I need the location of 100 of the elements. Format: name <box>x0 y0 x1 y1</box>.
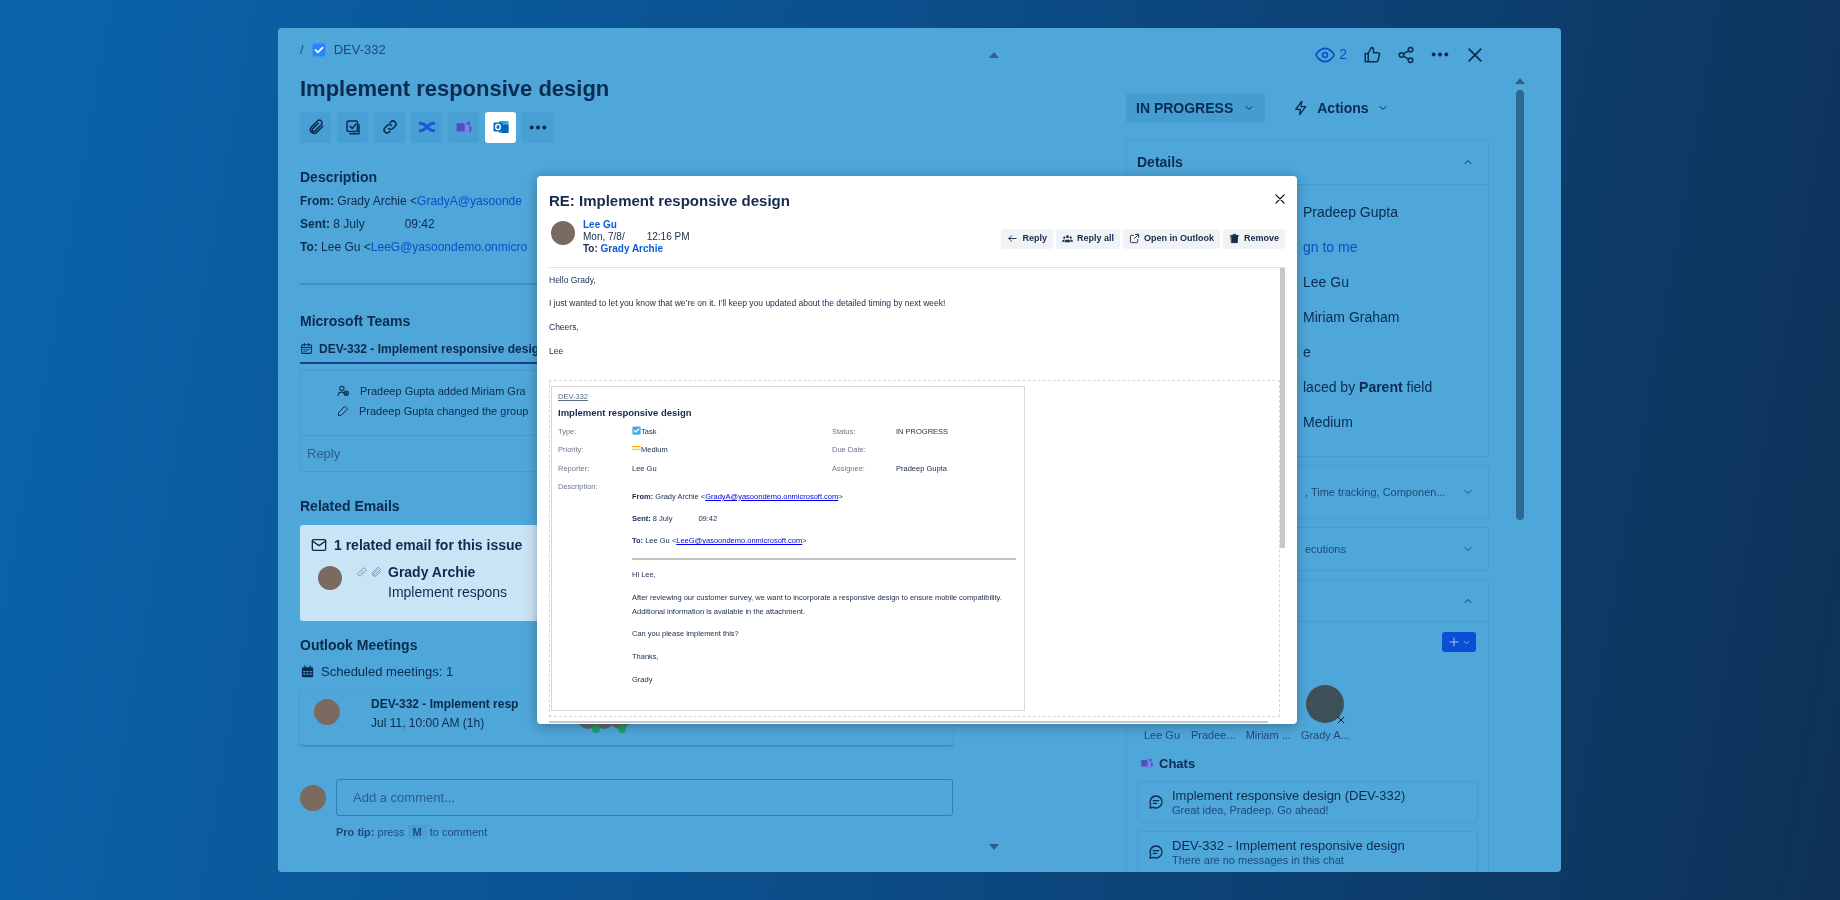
toolbar-button[interactable] <box>337 111 368 143</box>
pro-tip: Pro tip: press M to comment <box>336 824 489 841</box>
status-dropdown[interactable]: IN PROGRESS <box>1126 93 1266 123</box>
user-avatar <box>551 220 575 245</box>
user-avatar <box>314 699 340 726</box>
chat-title: DEV-332 - Implement responsive design <box>1172 837 1405 854</box>
presence-dot <box>592 725 600 734</box>
participant-name: Pradee... <box>1191 728 1236 743</box>
field-value: Medium <box>1303 413 1353 432</box>
comment-field[interactable]: Add a comment... <box>336 779 953 817</box>
chat-item[interactable]: DEV-332 - Implement responsive design There are no messages in this chat <box>1137 831 1478 872</box>
issue-title: Implement responsive design <box>300 75 611 102</box>
more-icon <box>1431 52 1449 57</box>
email-paragraph: Lee <box>549 344 565 358</box>
user-avatar <box>1306 685 1345 723</box>
watch-button[interactable]: 2 <box>1315 44 1347 65</box>
meeting-count: Scheduled meetings: 1 <box>321 662 454 681</box>
person-add-icon <box>337 384 350 398</box>
breadcrumb-separator: / <box>300 41 304 59</box>
field-value: Pradeep Gupta <box>1303 203 1398 222</box>
like-button[interactable] <box>1363 45 1381 64</box>
calendar-icon <box>300 664 315 680</box>
chats-heading: Chats <box>1159 754 1196 773</box>
email-date: Mon, 7/8/ <box>583 230 625 243</box>
assign-link[interactable]: gn to me <box>1303 237 1358 258</box>
share-button[interactable] <box>1397 45 1415 64</box>
activity-text: Pradeep Gupta changed the group <box>359 403 529 419</box>
toolbar-button[interactable] <box>485 111 516 143</box>
field-value: laced by Parent field <box>1303 378 1433 397</box>
recipient-link[interactable]: Grady Archie <box>600 242 664 254</box>
email-sender: Grady Archie <box>388 562 477 582</box>
section-heading: Microsoft Teams <box>300 311 411 331</box>
meeting-title: DEV-332 - Implement resp <box>371 696 519 714</box>
related-email-summary: 1 related email for this issue <box>334 535 523 555</box>
more-button[interactable] <box>1431 52 1449 57</box>
sent-time: 09:42 <box>404 215 435 233</box>
field-value: e <box>1303 343 1311 362</box>
task-check-icon <box>311 42 326 57</box>
issue-card-title: Implement responsive design <box>558 405 693 420</box>
panel-summary: , Time tracking, Componen... <box>1305 484 1446 500</box>
task-check-icon <box>632 426 641 435</box>
pencil-icon <box>337 404 349 417</box>
panel-heading: Details <box>1137 152 1183 172</box>
sent-line: Sent: 8 July <box>300 215 365 233</box>
calendar-icon <box>300 342 313 356</box>
chat-preview: There are no messages in this chat <box>1172 854 1345 867</box>
participant-name: Lee Gu <box>1143 728 1181 743</box>
user-avatar <box>318 565 342 590</box>
people-logo-icon <box>1139 756 1155 771</box>
close-icon <box>1273 191 1287 206</box>
envelope-icon <box>310 537 328 554</box>
chat-title: Implement responsive design (DEV-332) <box>1172 787 1406 804</box>
email-paragraph: Hello Grady, <box>549 273 597 287</box>
email-link[interactable]: LeeG@yasoondemo.onmicro <box>370 239 528 254</box>
section-heading: Outlook Meetings <box>300 635 418 655</box>
like-icon <box>1363 45 1381 64</box>
link-icon <box>352 699 363 711</box>
email-paragraph: Cheers, <box>549 321 580 334</box>
chat-preview: Great idea, Pradeep. Go ahead! <box>1172 804 1330 817</box>
toolbar-button[interactable] <box>522 111 553 143</box>
email-action-button[interactable]: Reply <box>1001 228 1053 249</box>
paperclip-icon <box>370 565 382 578</box>
field-value: Lee Gu <box>1303 273 1349 292</box>
chat-bubble-icon <box>1148 794 1164 810</box>
trash-icon <box>1229 233 1240 244</box>
plus-icon <box>1447 636 1460 648</box>
participant-name: Miriam ... <box>1245 728 1291 743</box>
arrow-left-icon <box>1007 233 1019 244</box>
actions-dropdown[interactable]: Actions <box>1287 97 1395 119</box>
more-icon <box>528 124 547 130</box>
recipient-line: To: Grady Archie <box>583 242 665 255</box>
link-icon <box>380 118 399 137</box>
toolbar-button[interactable] <box>374 111 405 143</box>
chat-bubble-icon <box>1148 844 1164 860</box>
section-heading: Description <box>300 167 377 187</box>
email-action-button[interactable]: Open in Outlook <box>1123 228 1220 249</box>
link-icon <box>356 565 368 578</box>
issue-key-link[interactable]: DEV-332 <box>333 40 386 60</box>
user-avatar <box>300 784 326 811</box>
checklist-icon <box>343 118 362 137</box>
key-hint: M <box>407 825 427 840</box>
email-time: 12:16 PM <box>646 230 690 243</box>
scrollbar-thumb[interactable] <box>1516 90 1524 520</box>
meeting-time: Jul 11, 10:00 AM (1h) <box>371 715 486 733</box>
email-action-button[interactable]: Remove <box>1223 228 1285 249</box>
dialog-title: RE: Implement responsive design <box>549 191 790 211</box>
email-action-button[interactable]: Reply all <box>1055 228 1120 249</box>
external-link-icon <box>1129 233 1140 244</box>
sender-link[interactable]: Lee Gu <box>583 218 690 231</box>
email-paragraph: I just wanted to let you know that we’re on it. I’ll keep you updated about the detailed timing by next week! <box>549 297 947 310</box>
chat-item[interactable]: Implement responsive design (DEV-332) Great idea, Pradeep. Go ahead! <box>1137 781 1478 823</box>
email-subject: Implement respons <box>388 582 508 602</box>
toolbar-button[interactable] <box>300 111 331 143</box>
activity-text: Pradeep Gupta added Miriam Gra <box>360 383 526 399</box>
email-link[interactable]: GradyA@yasoonde <box>417 193 522 208</box>
share-icon <box>1397 45 1415 64</box>
panel-summary: ecutions <box>1305 541 1346 557</box>
scrollbar-thumb[interactable] <box>1280 267 1285 548</box>
people-logo-icon <box>454 118 473 137</box>
people-icon <box>1061 233 1073 244</box>
